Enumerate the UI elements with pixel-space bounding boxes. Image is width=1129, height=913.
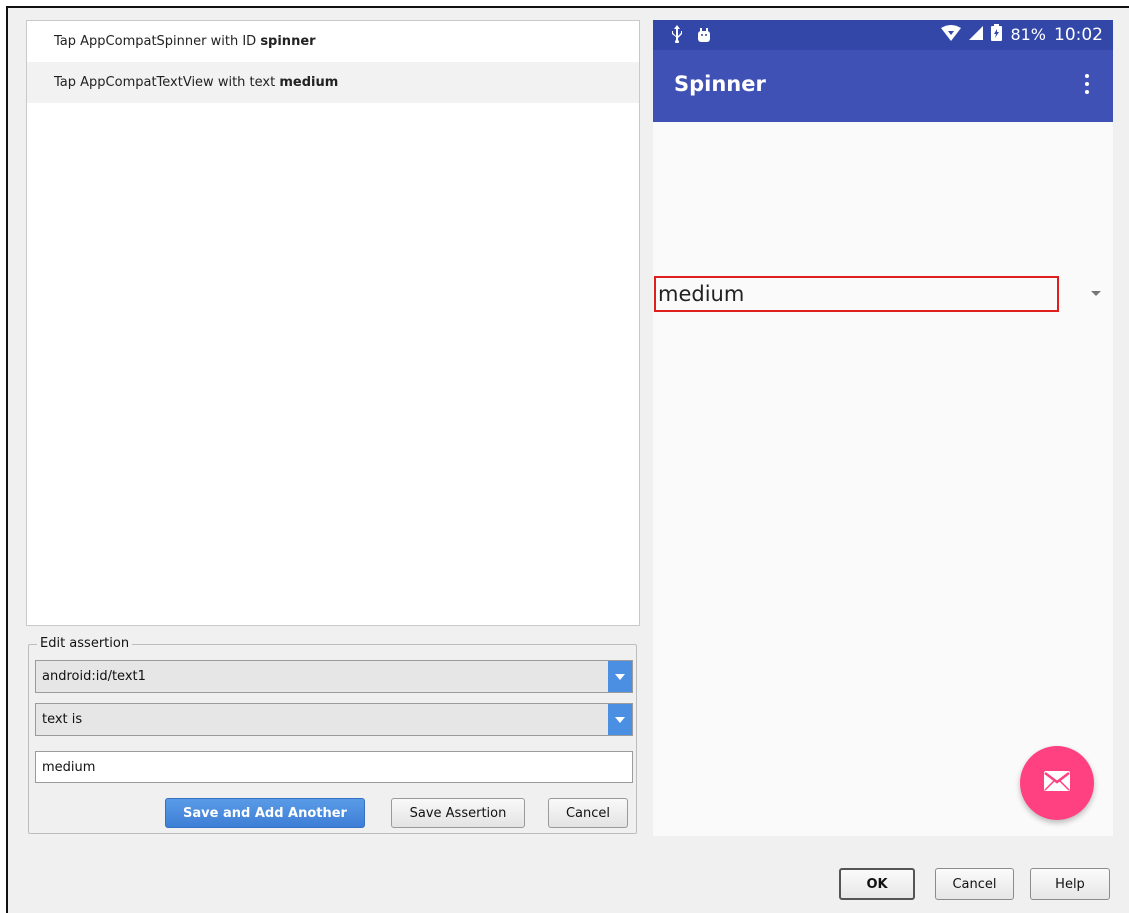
usb-icon bbox=[671, 25, 683, 47]
condition-value: text is bbox=[42, 712, 83, 727]
cancel-button[interactable]: Cancel bbox=[935, 868, 1014, 900]
fab-email-button[interactable] bbox=[1020, 746, 1094, 820]
assertion-value-input[interactable] bbox=[35, 751, 633, 783]
record-espresso-dialog: Tap AppCompatSpinner with ID spinner Tap… bbox=[6, 6, 1129, 913]
clock: 10:02 bbox=[1054, 24, 1103, 45]
ok-button[interactable]: OK bbox=[839, 868, 915, 900]
event-target: spinner bbox=[260, 34, 316, 49]
device-screen-preview[interactable]: 81% 10:02 Spinner medium bbox=[653, 20, 1113, 836]
android-icon bbox=[697, 27, 711, 46]
chevron-down-icon[interactable] bbox=[608, 704, 632, 735]
spinner-dropdown-icon[interactable] bbox=[1091, 291, 1101, 296]
email-icon bbox=[1044, 771, 1070, 795]
recorded-events-list: Tap AppCompatSpinner with ID spinner Tap… bbox=[26, 20, 640, 626]
wifi-icon bbox=[941, 24, 962, 45]
view-selector-dropdown[interactable]: android:id/text1 bbox=[35, 660, 633, 693]
event-target: medium bbox=[279, 75, 339, 90]
assertion-cancel-button[interactable]: Cancel bbox=[548, 798, 628, 828]
edit-assertion-legend: Edit assertion bbox=[37, 636, 133, 651]
chevron-down-icon[interactable] bbox=[608, 661, 632, 692]
edit-assertion-group: Edit assertion android:id/text1 text is … bbox=[28, 636, 637, 834]
spinner-selected-item[interactable]: medium bbox=[654, 276, 1059, 312]
view-selector-value: android:id/text1 bbox=[42, 669, 146, 684]
condition-dropdown[interactable]: text is bbox=[35, 703, 633, 736]
event-row[interactable]: Tap AppCompatSpinner with ID spinner bbox=[27, 21, 639, 62]
event-text: Tap AppCompatTextView with text bbox=[54, 75, 280, 90]
app-title: Spinner bbox=[674, 72, 766, 96]
app-toolbar: Spinner bbox=[653, 50, 1113, 122]
battery-percent: 81% bbox=[1010, 25, 1046, 44]
status-bar: 81% 10:02 bbox=[653, 20, 1113, 50]
overflow-menu-icon[interactable] bbox=[1085, 74, 1089, 94]
battery-icon bbox=[991, 24, 1003, 45]
save-and-add-another-button[interactable]: Save and Add Another bbox=[165, 798, 365, 828]
help-button[interactable]: Help bbox=[1030, 868, 1110, 900]
signal-icon bbox=[969, 25, 984, 44]
event-text: Tap AppCompatSpinner with ID bbox=[54, 34, 261, 49]
event-row-selected[interactable]: Tap AppCompatTextView with text medium bbox=[27, 62, 639, 103]
save-assertion-button[interactable]: Save Assertion bbox=[391, 798, 525, 828]
